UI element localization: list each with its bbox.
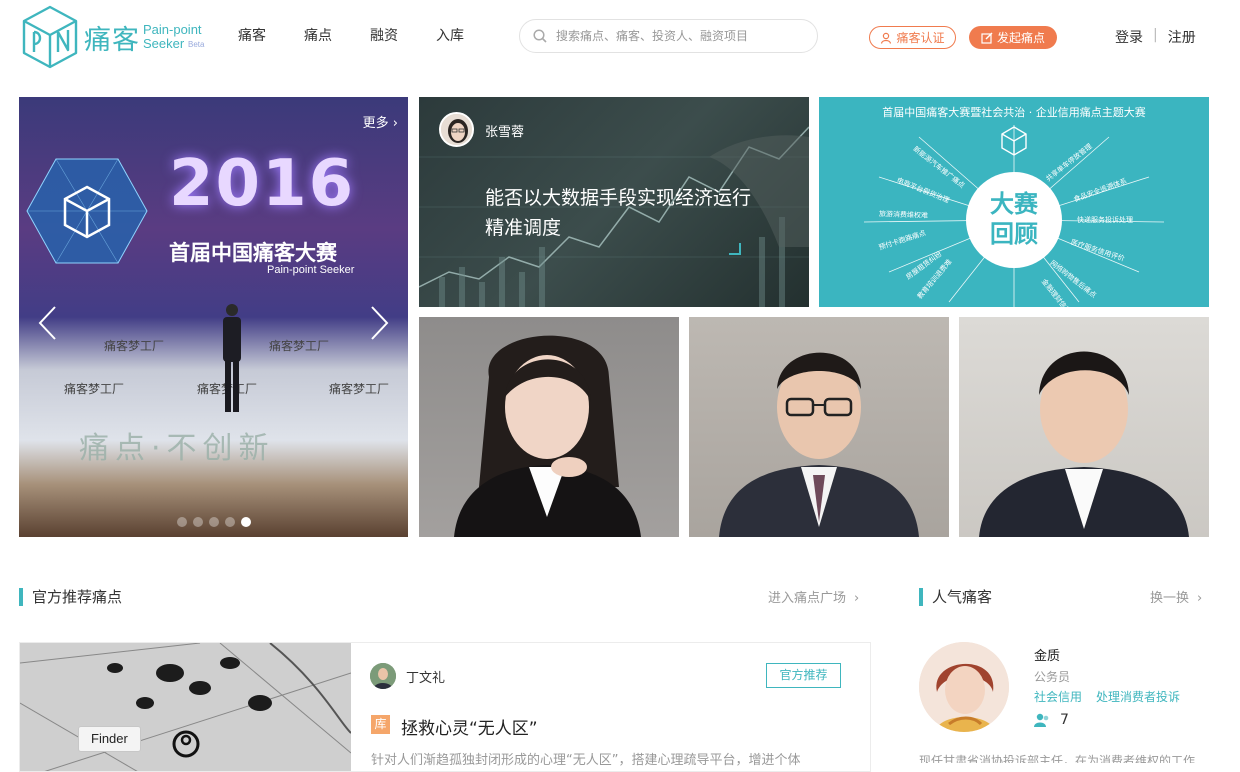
auth-separator: | bbox=[1153, 27, 1158, 43]
seeker-description: 现任甘肃省消协投诉部主任，在为消费者维权的工作 bbox=[919, 754, 1196, 763]
refresh-link[interactable]: 换一换 › bbox=[1150, 587, 1202, 606]
article-author[interactable]: 张雪蓉 bbox=[485, 121, 524, 140]
carousel-dot[interactable] bbox=[225, 517, 235, 527]
chevron-right-icon: › bbox=[854, 591, 860, 606]
painpoint-title[interactable]: 拯救心灵“无人区” bbox=[401, 714, 538, 739]
beta-label: Beta bbox=[188, 40, 205, 49]
speaker-figure bbox=[223, 304, 241, 412]
event-year: 2016 bbox=[169, 147, 356, 221]
carousel-dot[interactable] bbox=[193, 517, 203, 527]
ray-label: 快递服务投诉处理 bbox=[1077, 216, 1133, 224]
seeker-follower-count: 7 bbox=[1034, 712, 1069, 728]
chevron-right-icon: › bbox=[1197, 591, 1203, 606]
backdrop-text: 痛客梦工厂 bbox=[269, 339, 330, 353]
avatar-image bbox=[919, 642, 1009, 732]
portrait-card[interactable] bbox=[689, 317, 949, 537]
repository-tag: 库 bbox=[371, 715, 390, 734]
nav-item-painpoints[interactable]: 痛点 bbox=[304, 25, 332, 45]
review-center-line2: 回顾 bbox=[990, 220, 1038, 248]
brand-name-en-2: Seeker bbox=[143, 36, 185, 51]
painpoint-illustration bbox=[20, 643, 351, 771]
stage-backdrop: 痛客梦工厂 痛客梦工厂 痛客梦工厂 痛客梦工厂 痛客梦工厂 bbox=[19, 325, 408, 409]
hero-carousel[interactable]: 2016 首届中国痛客大赛 Pain-point Seeker 痛客梦工厂 痛客… bbox=[19, 97, 408, 537]
search-input[interactable] bbox=[554, 26, 809, 46]
nav-item-seekers[interactable]: 痛客 bbox=[238, 25, 266, 45]
painpoint-plaza-link[interactable]: 进入痛点广场 › bbox=[768, 587, 859, 606]
painpoint-author[interactable]: 丁文礼 bbox=[406, 667, 445, 686]
main-nav: 痛客 痛点 融资 入库 bbox=[238, 25, 464, 45]
site-header: 痛客 Pain-point Seeker Beta 痛客 痛点 融资 入库 痛客… bbox=[0, 0, 1240, 72]
contest-review-card[interactable]: 首届中国痛客大赛暨社会共治 · 企业信用痛点主题大赛 新能源汽车推广痛点 共享单… bbox=[819, 97, 1209, 307]
certify-button-label: 痛客认证 bbox=[896, 31, 945, 45]
logo-cube-icon bbox=[22, 5, 78, 69]
nav-item-repository[interactable]: 入库 bbox=[436, 25, 464, 45]
edit-icon bbox=[981, 32, 993, 44]
carousel-prev-button[interactable] bbox=[37, 305, 59, 341]
portrait-image bbox=[979, 351, 1189, 537]
review-center-text: 大赛 回顾 bbox=[966, 189, 1062, 249]
event-subtitle: Pain-point Seeker bbox=[267, 264, 355, 276]
portrait-image bbox=[719, 352, 919, 537]
seeker-role: 公务员 bbox=[1034, 670, 1071, 684]
popular-seeker-card[interactable]: 金质 公务员 社会信用 处理消费者投诉 7 现任甘肃省消协投诉部主任，在为消费者… bbox=[919, 642, 1209, 763]
ray-label: 旅游消费维权难 bbox=[878, 210, 929, 220]
section-accent-bar bbox=[919, 588, 923, 606]
article-title[interactable]: 能否以大数据手段实现经济运行精准调度 bbox=[485, 183, 755, 243]
stage-banner-text: 痛点·不创新 bbox=[79, 431, 275, 466]
search-box[interactable] bbox=[519, 19, 818, 53]
search-icon[interactable] bbox=[533, 29, 547, 43]
login-link[interactable]: 登录 bbox=[1115, 27, 1143, 47]
seeker-avatar[interactable] bbox=[919, 642, 1009, 732]
backdrop-text: 痛客梦工厂 bbox=[104, 339, 165, 353]
nav-item-financing[interactable]: 融资 bbox=[370, 25, 398, 45]
review-center-line1: 大赛 bbox=[990, 190, 1038, 218]
avatar-image bbox=[370, 663, 396, 689]
follower-count-value: 7 bbox=[1060, 712, 1069, 728]
backdrop-text: 痛客梦工厂 bbox=[64, 382, 125, 396]
register-link[interactable]: 注册 bbox=[1168, 27, 1196, 47]
launch-painpoint-button[interactable]: 发起痛点 bbox=[969, 26, 1057, 49]
portrait-card[interactable] bbox=[419, 317, 679, 537]
featured-article-card[interactable]: 张雪蓉 能否以大数据手段实现经济运行精准调度 bbox=[419, 97, 809, 307]
carousel-dot-active[interactable] bbox=[241, 517, 251, 527]
finder-tooltip: Finder bbox=[78, 726, 141, 752]
carousel-next-button[interactable] bbox=[368, 305, 390, 341]
portrait-image bbox=[454, 335, 641, 537]
plaza-link-label: 进入痛点广场 bbox=[768, 591, 847, 606]
corner-decoration bbox=[729, 243, 741, 255]
launch-button-label: 发起痛点 bbox=[996, 31, 1045, 45]
carousel-more-link[interactable]: 更多 › bbox=[363, 112, 398, 131]
painpoint-author-avatar[interactable] bbox=[370, 663, 396, 689]
carousel-dots bbox=[177, 517, 251, 527]
seeker-tag[interactable]: 社会信用 bbox=[1034, 688, 1082, 705]
users-icon bbox=[1034, 713, 1049, 727]
brand-logo[interactable]: 痛客 Pain-point Seeker Beta bbox=[20, 4, 210, 70]
brand-name-en: Pain-point bbox=[143, 22, 202, 37]
event-logo-hex-icon bbox=[26, 158, 148, 264]
event-title: 首届中国痛客大赛 bbox=[169, 241, 337, 265]
painpoint-image[interactable] bbox=[20, 643, 351, 771]
author-avatar[interactable] bbox=[439, 112, 474, 147]
chevron-right-icon: › bbox=[392, 116, 398, 131]
painpoint-description: 针对人们渐趋孤独封闭形成的心理“无人区”，搭建心理疏导平台，增进个体 bbox=[371, 753, 801, 768]
user-icon bbox=[881, 32, 892, 44]
brand-name-cn: 痛客 bbox=[84, 25, 140, 56]
featured-painpoint-card[interactable]: Finder 丁文礼 官方推荐 库 拯救心灵“无人区” 针对人们渐趋孤独封闭形成… bbox=[19, 642, 871, 772]
official-recommend-badge: 官方推荐 bbox=[766, 663, 841, 688]
auth-links: 登录 | 注册 bbox=[1115, 27, 1196, 47]
seeker-tag[interactable]: 处理消费者投诉 bbox=[1096, 688, 1180, 705]
certify-button[interactable]: 痛客认证 bbox=[869, 26, 956, 49]
refresh-link-label: 换一换 bbox=[1150, 591, 1190, 606]
seeker-name[interactable]: 金质 bbox=[1034, 645, 1060, 664]
official-section-title: 官方推荐痛点 bbox=[32, 588, 123, 606]
carousel-dot[interactable] bbox=[209, 517, 219, 527]
seeker-tags: 社会信用 处理消费者投诉 bbox=[1034, 688, 1180, 705]
portrait-card[interactable] bbox=[959, 317, 1209, 537]
section-accent-bar bbox=[19, 588, 23, 606]
carousel-dot[interactable] bbox=[177, 517, 187, 527]
backdrop-text: 痛客梦工厂 bbox=[329, 382, 390, 396]
popular-section-title: 人气痛客 bbox=[932, 588, 993, 606]
more-label: 更多 bbox=[362, 116, 389, 131]
